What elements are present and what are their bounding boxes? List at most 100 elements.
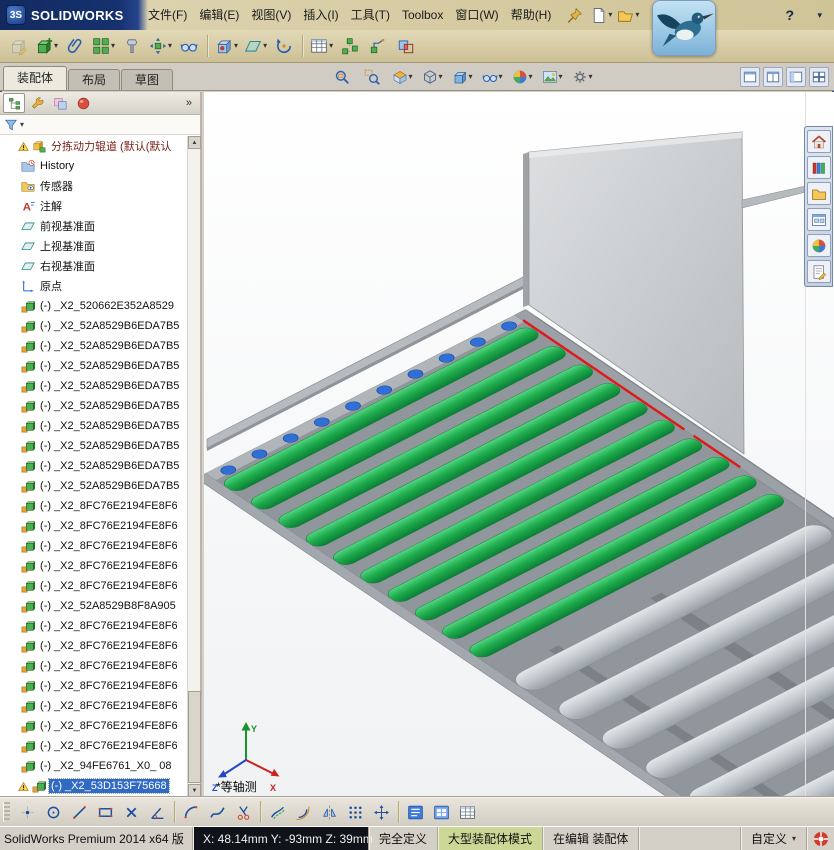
filter-caret-icon[interactable]: ▾ — [20, 120, 24, 129]
tree-item-root[interactable]: 分拣动力辊道 (默认(默认 — [0, 136, 187, 156]
menu-insert[interactable]: 插入(I) — [297, 0, 344, 30]
scroll-up-icon[interactable]: ▲ — [188, 136, 201, 149]
tree-item[interactable]: (-) _X2_52A8529B6EDA7B5 — [0, 476, 187, 496]
tree-item[interactable]: (-) _X2_52A8529B6EDA7B5 — [0, 396, 187, 416]
tree-item[interactable]: (-) _X2_8FC76E2194FE8F6 — [0, 696, 187, 716]
tree-item[interactable]: History — [0, 156, 187, 176]
exploded-view-icon[interactable] — [337, 33, 363, 60]
menu-tools[interactable]: 工具(T) — [345, 0, 396, 30]
sketch-spline-icon[interactable] — [205, 800, 230, 825]
open-file-icon[interactable]: ▾ — [615, 2, 641, 28]
reference-geometry-icon[interactable]: ▾ — [242, 33, 269, 60]
tree-item[interactable]: 原点 — [0, 276, 187, 296]
custom-properties-icon[interactable] — [806, 260, 831, 283]
sketch-point-icon[interactable] — [15, 800, 40, 825]
model-canvas[interactable]: Y X Z — [204, 92, 834, 797]
view-palette-icon[interactable] — [806, 208, 831, 231]
menu-file[interactable]: 文件(F) — [142, 0, 193, 30]
tree-item[interactable]: (-) _X2_8FC76E2194FE8F6 — [0, 656, 187, 676]
sketch-arc-icon[interactable] — [179, 800, 204, 825]
graphics-viewport[interactable]: Y X Z *等轴测 — [204, 92, 834, 797]
tree-item[interactable]: (-) _X2_8FC76E2194FE8F6 — [0, 636, 187, 656]
design-library-icon[interactable] — [806, 156, 831, 179]
tree-item[interactable]: (-) _X2_8FC76E2194FE8F6 — [0, 616, 187, 636]
tree-item[interactable]: 传感器 — [0, 176, 187, 196]
tree-item[interactable]: (-) _X2_52A8529B6EDA7B5 — [0, 416, 187, 436]
offset-entities-icon[interactable] — [291, 800, 316, 825]
tree-item[interactable]: (-) _X2_52A8529B6EDA7B5 — [0, 436, 187, 456]
sketch-rectangle-icon[interactable] — [93, 800, 118, 825]
solidworks-resources-icon[interactable] — [806, 130, 831, 153]
dimxpert-tab-icon[interactable] — [72, 93, 94, 113]
move-component-icon[interactable]: ▾ — [147, 33, 174, 60]
propertymanager-tab-icon[interactable] — [26, 93, 48, 113]
trim-entities-icon[interactable] — [231, 800, 256, 825]
custom-toolbar-button[interactable]: 自定义 ▾ — [739, 827, 806, 850]
display-style-icon[interactable]: ▾ — [449, 65, 475, 89]
toolbar-grip[interactable] — [3, 802, 10, 822]
view-settings-icon[interactable]: ▾ — [569, 65, 595, 89]
sketch-circle-icon[interactable] — [41, 800, 66, 825]
menu-window[interactable]: 窗口(W) — [449, 0, 504, 30]
scroll-down-icon[interactable]: ▼ — [188, 784, 201, 797]
menu-edit[interactable]: 编辑(E) — [193, 0, 245, 30]
tab-assembly[interactable]: 装配体 — [3, 66, 68, 90]
mate-icon[interactable] — [62, 33, 88, 60]
new-document-icon[interactable]: ▾ — [588, 2, 614, 28]
tree-item[interactable]: (-) _X2_8FC76E2194FE8F6 — [0, 676, 187, 696]
sketch-angle-icon[interactable] — [145, 800, 170, 825]
show-hidden-components-icon[interactable] — [176, 33, 202, 60]
tree-item[interactable]: 右视基准面 — [0, 256, 187, 276]
section-view-icon[interactable]: ▾ — [389, 65, 415, 89]
new-motion-study-icon[interactable] — [271, 33, 297, 60]
tree-item[interactable]: (-) _X2_8FC76E2194FE8F6 — [0, 536, 187, 556]
tree-item[interactable]: 前视基准面 — [0, 216, 187, 236]
tab-layout[interactable]: 布局 — [68, 69, 121, 90]
linear-component-pattern-icon[interactable]: ▾ — [90, 33, 117, 60]
tree-item[interactable]: 上视基准面 — [0, 236, 187, 256]
zoom-fit-icon[interactable] — [329, 65, 355, 89]
filter-funnel-icon[interactable] — [4, 118, 18, 132]
file-explorer-icon[interactable] — [806, 182, 831, 205]
tree-item[interactable]: (-) _X2_8FC76E2194FE8F6 — [0, 556, 187, 576]
move-entities-icon[interactable] — [369, 800, 394, 825]
interference-detection-icon[interactable] — [393, 33, 419, 60]
tree-item[interactable]: (-) _X2_8FC76E2194FE8F6 — [0, 716, 187, 736]
viewport-split-icon[interactable] — [763, 66, 783, 87]
tree-item[interactable]: (-) _X2_52A8529B6EDA7B5 — [0, 336, 187, 356]
tree-item[interactable]: (-) _X2_520662E352A8529 — [0, 296, 187, 316]
appearances-scenes-icon[interactable] — [806, 234, 831, 257]
pin-menu-icon[interactable] — [561, 2, 587, 28]
tree-item[interactable]: A 注解 — [0, 196, 187, 216]
quick-snaps-icon[interactable] — [403, 800, 428, 825]
viewport-single-icon[interactable] — [740, 66, 760, 87]
explode-line-sketch-icon[interactable] — [365, 33, 391, 60]
titlebar-caret-icon[interactable]: ▾ — [817, 0, 822, 30]
convert-entities-icon[interactable] — [265, 800, 290, 825]
tree-item[interactable]: (-) _X2_8FC76E2194FE8F6 — [0, 736, 187, 756]
menu-view[interactable]: 视图(V) — [245, 0, 297, 30]
mirror-entities-icon[interactable] — [317, 800, 342, 825]
tree-item[interactable]: (-) _X2_8FC76E2194FE8F6 — [0, 516, 187, 536]
edit-component-icon[interactable] — [5, 33, 31, 60]
hide-show-items-icon[interactable]: ▾ — [479, 65, 505, 89]
panel-more-chevron[interactable]: » — [181, 97, 197, 109]
tree-item[interactable]: (-) _X2_8FC76E2194FE8F6 — [0, 496, 187, 516]
featuremanager-tab-icon[interactable] — [3, 93, 25, 113]
pane-display-icon[interactable] — [786, 66, 806, 87]
zoom-area-icon[interactable] — [359, 65, 385, 89]
edit-appearance-icon[interactable]: ▾ — [509, 65, 535, 89]
sketch-line-icon[interactable] — [67, 800, 92, 825]
scroll-thumb[interactable] — [188, 691, 201, 783]
insert-components-icon[interactable]: ▾ — [33, 33, 60, 60]
tree-item[interactable]: (-) _X2_94FE6761_X0_ 08 — [0, 756, 187, 776]
help-button[interactable]: ? — [779, 0, 800, 30]
tree-item[interactable]: (-) _X2_52A8529B6EDA7B5 — [0, 356, 187, 376]
viewport-four-icon[interactable] — [809, 66, 829, 87]
bill-of-materials-icon[interactable]: ▾ — [308, 33, 335, 60]
tab-sketch[interactable]: 草图 — [121, 69, 174, 90]
assembly-features-icon[interactable]: ▾ — [213, 33, 240, 60]
configurationmanager-tab-icon[interactable] — [49, 93, 71, 113]
sketch-erase-icon[interactable] — [119, 800, 144, 825]
sketch-table-icon[interactable] — [455, 800, 480, 825]
